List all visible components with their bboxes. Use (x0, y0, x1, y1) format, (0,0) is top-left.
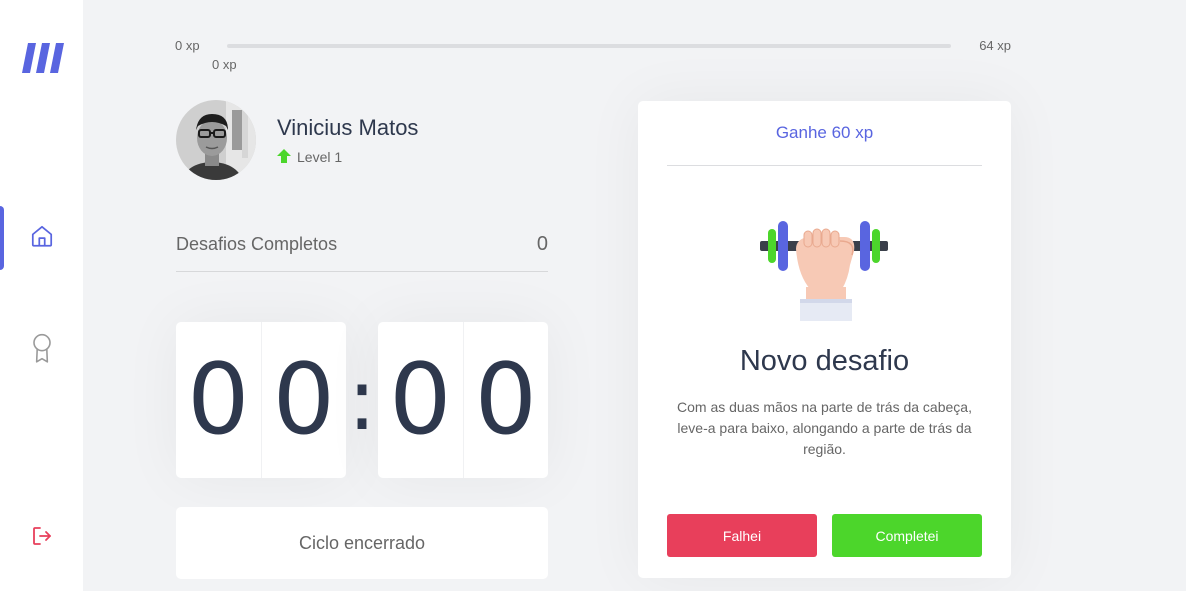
countdown-separator: : (347, 350, 377, 450)
xp-start-label: 0 xp (175, 38, 200, 53)
profile-name: Vinicius Matos (277, 114, 419, 140)
award-icon (29, 332, 55, 369)
challenge-title: Novo desafio (739, 345, 910, 377)
countdown-minutes: 0 0 (176, 322, 346, 478)
experience-bar: 0 xp 0 xp 64 xp (175, 36, 1011, 76)
profile: Vinicius Matos Level 1 (176, 100, 418, 180)
profile-level: Level 1 (277, 148, 418, 166)
completed-label: Desafios Completos (176, 234, 338, 254)
profile-info: Vinicius Matos Level 1 (277, 115, 418, 166)
avatar (176, 100, 256, 180)
cycle-ended-button[interactable]: Ciclo encerrado (176, 507, 548, 579)
logout-icon (30, 524, 54, 553)
complete-button[interactable]: Completei (832, 514, 982, 557)
countdown: 0 0 : 0 0 (176, 322, 548, 478)
xp-end-label: 64 xp (979, 38, 1011, 53)
second-left-digit: 0 (378, 322, 464, 478)
home-icon (29, 223, 55, 254)
countdown-seconds: 0 0 (378, 322, 548, 478)
sidebar-item-logout[interactable] (0, 506, 83, 570)
minute-right-digit: 0 (272, 343, 335, 457)
xp-current-label: 0 xp (212, 57, 237, 72)
challenge-description: Com as duas mãos na parte de trás da cab… (677, 399, 972, 457)
completed-count: 0 (536, 233, 548, 255)
minute-left-digit: 0 (176, 322, 262, 478)
level-up-icon (277, 148, 297, 166)
sidebar (0, 0, 83, 591)
challenge-box: Ganhe 60 xp Novo desafio Com as duas mão… (638, 101, 1011, 578)
level-label: Level 1 (297, 149, 343, 165)
completed-challenges: Desafios Completos 0 (176, 232, 548, 272)
challenge-actions: Falhei Completei (667, 514, 982, 557)
challenge-header: Ganhe 60 xp (667, 101, 982, 166)
cycle-button-label: Ciclo encerrado (298, 532, 426, 553)
dumbbell-icon (760, 219, 888, 328)
fail-button[interactable]: Falhei (667, 514, 817, 557)
sidebar-item-home[interactable] (0, 206, 83, 270)
logo-icon (22, 41, 64, 80)
xp-track (227, 44, 951, 48)
active-indicator (0, 206, 4, 270)
sidebar-item-award[interactable] (0, 318, 83, 382)
second-right-digit: 0 (474, 343, 537, 457)
